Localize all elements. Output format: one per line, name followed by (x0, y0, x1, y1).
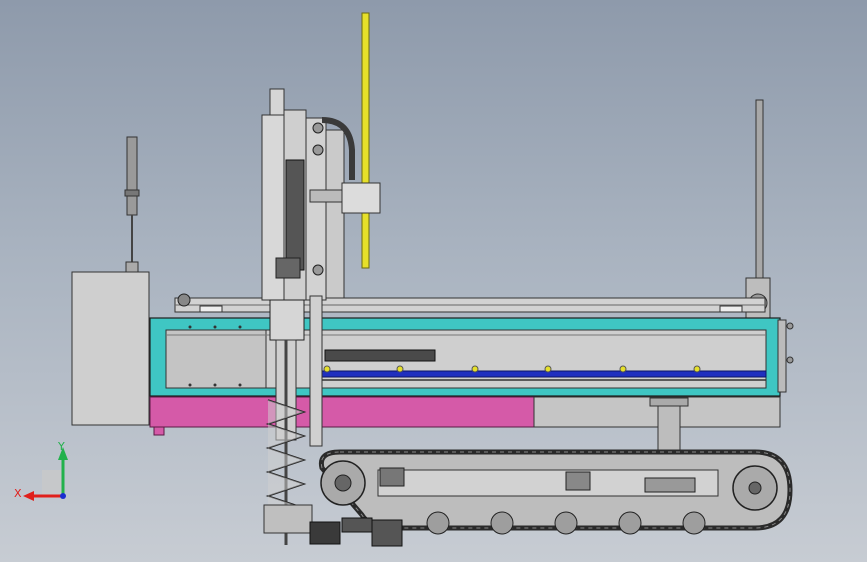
axis-label-x: X (14, 487, 22, 500)
yellow-mast (361, 12, 370, 269)
control-cabinet (71, 271, 150, 426)
drilling-rig-model (23, 12, 794, 547)
axis-triad (23, 447, 68, 501)
lower-body (533, 396, 781, 452)
magenta-skirt (149, 396, 535, 436)
left-cylinder (124, 136, 140, 273)
axis-label-y: Y (58, 440, 65, 453)
cad-viewport[interactable]: Y X (0, 0, 867, 562)
main-frame (149, 317, 794, 397)
crawler-track (309, 449, 793, 547)
right-post (745, 99, 771, 319)
